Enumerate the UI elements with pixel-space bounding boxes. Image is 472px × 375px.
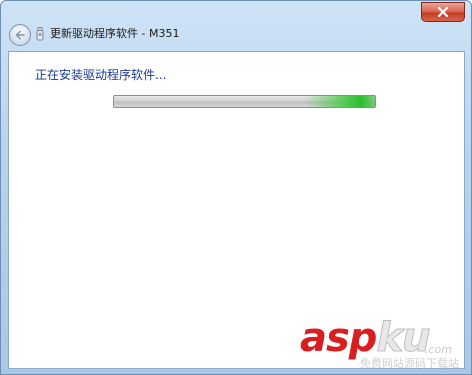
progress-indicator xyxy=(305,96,375,107)
back-arrow-icon xyxy=(15,30,25,40)
close-icon xyxy=(437,7,449,17)
status-heading: 正在安装驱动程序软件... xyxy=(35,68,167,82)
back-button[interactable] xyxy=(9,24,31,46)
watermark-logo: aspku xyxy=(300,318,431,359)
install-progress-bar xyxy=(113,95,376,108)
usb-device-icon xyxy=(36,27,44,41)
title-bar: 更新驱动程序软件 - M351 xyxy=(1,1,471,51)
watermark-tagline: 免费网站源码下载站 xyxy=(360,357,459,370)
window-title: 更新驱动程序软件 - M351 xyxy=(50,27,180,40)
close-button[interactable] xyxy=(421,2,465,22)
